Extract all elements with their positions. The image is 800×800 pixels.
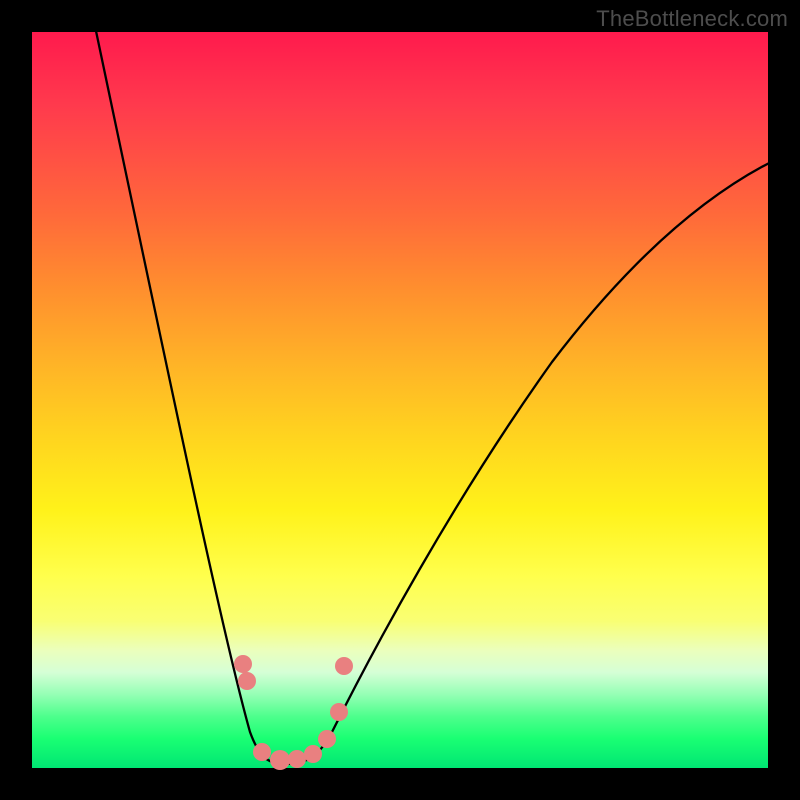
marker bbox=[288, 750, 306, 768]
curve-layer bbox=[32, 32, 768, 768]
chart-frame: TheBottleneck.com bbox=[0, 0, 800, 800]
bottleneck-curve bbox=[92, 12, 792, 764]
marker bbox=[330, 703, 348, 721]
marker bbox=[270, 750, 290, 770]
marker-group bbox=[234, 655, 353, 770]
marker bbox=[304, 745, 322, 763]
marker bbox=[253, 743, 271, 761]
marker bbox=[238, 672, 256, 690]
plot-area bbox=[32, 32, 768, 768]
marker bbox=[335, 657, 353, 675]
marker bbox=[234, 655, 252, 673]
watermark-text: TheBottleneck.com bbox=[596, 6, 788, 32]
marker bbox=[318, 730, 336, 748]
